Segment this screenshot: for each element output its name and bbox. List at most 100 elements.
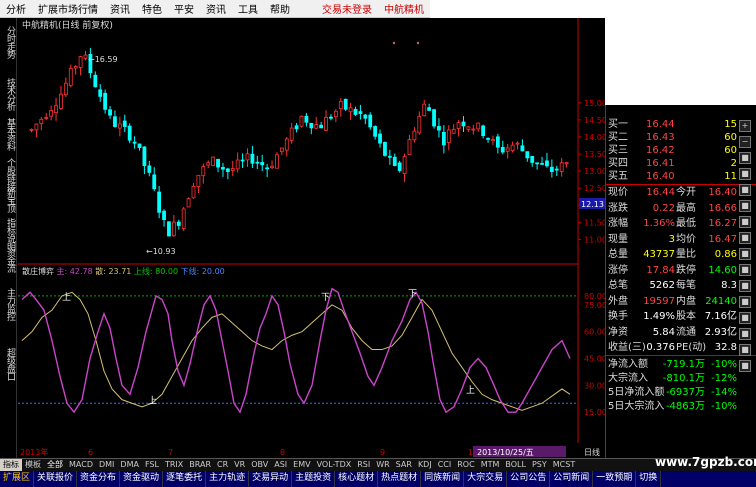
panel-button-1[interactable]: ■ — [739, 152, 751, 164]
panel-button-8[interactable]: ■ — [739, 264, 751, 276]
watermark: www.7gpzb.com — [655, 455, 756, 469]
bottom-tab-3[interactable]: 资金驱动 — [120, 471, 164, 487]
zoom-in-button[interactable]: + — [739, 120, 751, 132]
quote-label: 总笔 — [608, 280, 628, 291]
indicator-tab-4[interactable]: DMI — [96, 459, 117, 471]
menu-item-6[interactable]: 工具 — [232, 1, 264, 16]
quote-value: 0.376 — [646, 342, 675, 353]
bid-vol: 60 — [724, 132, 737, 143]
panel-button-10[interactable]: ■ — [739, 296, 751, 308]
menu-item-3[interactable]: 特色 — [136, 1, 168, 16]
left-tab-0[interactable]: 分时走势 — [3, 26, 15, 58]
panel-button-6[interactable]: ■ — [739, 232, 751, 244]
indicator-tab-11[interactable]: OBV — [248, 459, 271, 471]
indicator-tab-22[interactable]: BOLL — [502, 459, 529, 471]
indicator-tick: 30.00 — [584, 381, 605, 390]
indicator-tab-1[interactable]: 模板 — [22, 459, 44, 471]
indicator-tab-10[interactable]: VR — [231, 459, 248, 471]
indicator-tab-17[interactable]: SAR — [393, 459, 415, 471]
menu-item-7[interactable]: 帮助 — [264, 1, 296, 16]
trade-status[interactable]: 交易未登录 — [316, 1, 378, 16]
indicator-tab-13[interactable]: EMV — [290, 459, 313, 471]
panel-button-5[interactable]: ■ — [739, 216, 751, 228]
bottom-tab-7[interactable]: 主题投资 — [292, 471, 336, 487]
bid-row: 买一 16.44 15 — [606, 118, 756, 131]
bottom-tab-6[interactable]: 交易异动 — [249, 471, 293, 487]
indicator-tab-8[interactable]: BRAR — [186, 459, 214, 471]
left-tab-6[interactable]: 资金流 — [3, 248, 15, 272]
indicator-tab-14[interactable]: VOL-TDX — [314, 459, 355, 471]
menu-item-1[interactable]: 扩展市场行情 — [32, 1, 104, 16]
kline-chart[interactable]: 中航精机(日线 前复权) ←16.59 ←10.93 15.00 14.50 14.00 1… — [18, 18, 605, 458]
menu-item-2[interactable]: 资讯 — [104, 1, 136, 16]
bottom-tab-10[interactable]: 同族新闻 — [421, 471, 465, 487]
bottom-tab-14[interactable]: 一致预期 — [593, 471, 637, 487]
period-label[interactable]: 日线 — [584, 447, 600, 457]
menu-item-0[interactable]: 分析 — [0, 1, 32, 16]
indicator-tab-19[interactable]: CCI — [435, 459, 455, 471]
left-tab-7[interactable]: 主力监控 — [3, 288, 15, 320]
bottom-tab-9[interactable]: 热点题材 — [378, 471, 422, 487]
flow-label: 净流入额 — [608, 359, 648, 370]
bottom-tab-8[interactable]: 核心题材 — [335, 471, 379, 487]
zoom-out-button[interactable]: − — [739, 136, 751, 148]
quote-row: 净资 5.84 流通 2.93亿 — [606, 326, 756, 339]
left-tab-4[interactable]: 新宝顶 — [3, 188, 15, 212]
bottom-tab-1[interactable]: 关联报价 — [34, 471, 78, 487]
menu-item-5[interactable]: 资讯 — [200, 1, 232, 16]
panel-button-9[interactable]: ■ — [739, 280, 751, 292]
quote-row: 涨幅 1.36% 最低 16.27 — [606, 217, 756, 230]
panel-button-2[interactable]: ■ — [739, 168, 751, 180]
panel-button-14[interactable]: ■ — [739, 360, 751, 372]
bottom-tab-2[interactable]: 资金分布 — [77, 471, 121, 487]
indicator-tab-15[interactable]: RSI — [354, 459, 373, 471]
panel-button-3[interactable]: ■ — [739, 184, 751, 196]
quote-label: 换手 — [608, 311, 628, 322]
indicator-tab-20[interactable]: ROC — [454, 459, 477, 471]
bottom-tab-13[interactable]: 公司新闻 — [550, 471, 594, 487]
indicator-tab-16[interactable]: WR — [373, 459, 392, 471]
left-tab-2[interactable]: 基本资料 — [3, 118, 15, 150]
indicator-tab-21[interactable]: MTM — [478, 459, 503, 471]
left-tab-5[interactable]: 指标说明 — [3, 218, 15, 250]
indicator-tab-3[interactable]: MACD — [66, 459, 96, 471]
left-tab-1[interactable]: 技术分析 — [3, 78, 15, 110]
panel-button-13[interactable]: ■ — [739, 344, 751, 356]
panel-button-4[interactable]: ■ — [739, 200, 751, 212]
quote-value: 7.16亿 — [704, 311, 737, 322]
bottom-tab-15[interactable]: 切换 — [636, 471, 662, 487]
signal-marker: 下 — [408, 289, 417, 299]
indicator-tab-9[interactable]: CR — [214, 459, 231, 471]
quote-label: 股本 — [676, 311, 696, 322]
indicator-tab-5[interactable]: DMA — [117, 459, 142, 471]
bottom-tab-5[interactable]: 主力轨迹 — [206, 471, 250, 487]
signal-marker: 上 — [148, 396, 157, 407]
indicator-tab-23[interactable]: PSY — [529, 459, 550, 471]
high-label: ←16.59 — [88, 55, 118, 64]
indicator-tab-7[interactable]: TRIX — [162, 459, 186, 471]
indicator-tab-12[interactable]: ASI — [271, 459, 290, 471]
price-tick: 15.00 — [584, 99, 605, 108]
date-tick: 8 — [280, 448, 285, 457]
bottom-tab-4[interactable]: 逐笔委托 — [163, 471, 207, 487]
quote-label: 收益(三) — [608, 342, 646, 353]
left-tab-3[interactable]: 个股链接 — [3, 158, 15, 190]
menu-item-4[interactable]: 平安 — [168, 1, 200, 16]
left-tab-8[interactable]: 超级盘口 — [3, 348, 15, 380]
panel-button-12[interactable]: ■ — [739, 328, 751, 340]
quote-value: 0.22 — [652, 202, 675, 214]
indicator-tab-2[interactable]: 全部 — [44, 459, 66, 471]
bottom-tab-11[interactable]: 大宗交易 — [464, 471, 508, 487]
indicator-tab-18[interactable]: KDJ — [415, 459, 435, 471]
bid-vol: 2 — [730, 158, 737, 169]
quote-row: 总量 43737 量比 0.86 — [606, 248, 756, 261]
bottom-tab-0[interactable]: 扩展区 — [0, 471, 35, 487]
quote-row: 外盘 19597 内盘 24140 — [606, 295, 756, 308]
bottom-tab-12[interactable]: 公司公告 — [507, 471, 551, 487]
indicator-tab-24[interactable]: MCST — [550, 459, 578, 471]
panel-button-7[interactable]: ■ — [739, 248, 751, 260]
indicator-tab-6[interactable]: FSL — [142, 459, 162, 471]
indicator-tab-0[interactable]: 指标 — [0, 459, 22, 471]
panel-button-11[interactable]: ■ — [739, 312, 751, 324]
quote-value: 16.27 — [708, 218, 737, 229]
